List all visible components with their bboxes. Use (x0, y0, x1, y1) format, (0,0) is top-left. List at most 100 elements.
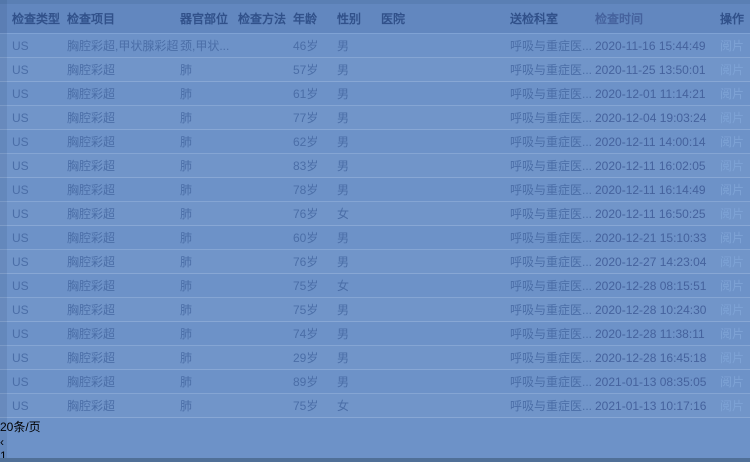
cell-project: 胸腔彩超 (67, 85, 180, 102)
view-film-link[interactable]: 阅片 (720, 135, 744, 149)
view-film-link[interactable]: 阅片 (720, 327, 744, 341)
view-film-link[interactable]: 阅片 (720, 255, 744, 269)
table-row: US胸腔彩超肺76岁女呼吸与重症医...2020-12-11 16:50:25阅… (0, 202, 750, 226)
cell-time: 2020-11-16 15:44:49 (595, 39, 720, 53)
column-label: 检查类型 (12, 12, 60, 26)
cell-organ: 肺 (180, 373, 238, 390)
cell-project: 胸腔彩超 (67, 349, 180, 366)
column-header-organ: 器官部位 (180, 10, 238, 27)
page-size-select[interactable]: 20条/页 (0, 418, 750, 435)
cell-age: 76岁 (293, 205, 337, 222)
top-edge-strip (0, 0, 750, 4)
cell-gender: 女 (337, 205, 381, 222)
view-film-link[interactable]: 阅片 (720, 183, 744, 197)
cell-hospital (381, 207, 510, 220)
cell-time: 2020-12-27 14:23:04 (595, 255, 720, 269)
cell-hospital (381, 279, 510, 292)
cell-hospital (381, 135, 510, 148)
column-label: 医院 (381, 10, 405, 27)
cell-action: 阅片 (720, 181, 750, 198)
cell-time: 2020-12-11 14:00:14 (595, 135, 720, 149)
cell-action: 阅片 (720, 85, 750, 102)
cell-dept: 呼吸与重症医... (510, 205, 595, 222)
cell-gender: 男 (337, 109, 381, 126)
cell-organ: 肺 (180, 301, 238, 318)
cell-organ: 肺 (180, 325, 238, 342)
table-row: US胸腔彩超肺74岁男呼吸与重症医...2020-12-28 11:38:11阅… (0, 322, 750, 346)
cell-type: US (12, 231, 67, 245)
cell-hospital (381, 159, 510, 172)
cell-action: 阅片 (720, 325, 750, 342)
view-film-link[interactable]: 阅片 (720, 351, 744, 365)
cell-organ: 肺 (180, 157, 238, 174)
cell-organ: 肺 (180, 61, 238, 78)
cell-dept: 呼吸与重症医... (510, 253, 595, 270)
cell-time: 2021-01-13 10:17:16 (595, 399, 720, 413)
cell-type: US (12, 159, 67, 173)
hospital-redacted-blur (381, 111, 481, 124)
cell-type: US (12, 63, 67, 77)
view-film-link[interactable]: 阅片 (720, 39, 744, 53)
view-film-link[interactable]: 阅片 (720, 279, 744, 293)
view-film-link[interactable]: 阅片 (720, 375, 744, 389)
cell-type: US (12, 87, 67, 101)
cell-hospital (381, 39, 510, 52)
column-header-gender: 性别 (337, 10, 381, 27)
cell-type: US (12, 39, 67, 53)
cell-gender: 女 (337, 277, 381, 294)
view-film-link[interactable]: 阅片 (720, 231, 744, 245)
cell-type: US (12, 111, 67, 125)
cell-hospital (381, 255, 510, 268)
cell-project: 胸腔彩超 (67, 373, 180, 390)
cell-organ: 肺 (180, 229, 238, 246)
cell-gender: 女 (337, 397, 381, 414)
column-header-project: 检查项目 (67, 10, 180, 27)
table-row: US胸腔彩超肺77岁男呼吸与重症医...2020-12-04 19:03:24阅… (0, 106, 750, 130)
view-film-link[interactable]: 阅片 (720, 63, 744, 77)
cell-time: 2020-12-11 16:50:25 (595, 207, 720, 221)
cell-time: 2020-11-25 13:50:01 (595, 63, 720, 77)
cell-dept: 呼吸与重症医... (510, 85, 595, 102)
column-label: 操作 (720, 12, 744, 26)
cell-type: US (12, 327, 67, 341)
cell-hospital (381, 375, 510, 388)
table-row: US胸腔彩超肺76岁男呼吸与重症医...2020-12-27 14:23:04阅… (0, 250, 750, 274)
cell-gender: 男 (337, 85, 381, 102)
column-label: 年龄 (293, 12, 317, 26)
cell-project: 胸腔彩超 (67, 181, 180, 198)
column-header-method: 检查方法 (238, 10, 293, 27)
cell-project: 胸腔彩超 (67, 157, 180, 174)
column-header-time[interactable]: 检查时间 (595, 10, 720, 27)
cell-time: 2021-01-13 08:35:05 (595, 375, 720, 389)
cell-gender: 男 (337, 37, 381, 54)
left-edge-strip (0, 0, 7, 462)
cell-action: 阅片 (720, 133, 750, 150)
column-header-hospital: 医院 (381, 10, 510, 27)
view-film-link[interactable]: 阅片 (720, 159, 744, 173)
column-label: 器官部位 (180, 12, 228, 26)
cell-type: US (12, 399, 67, 413)
cell-age: 76岁 (293, 253, 337, 270)
view-film-link[interactable]: 阅片 (720, 111, 744, 125)
cell-action: 阅片 (720, 61, 750, 78)
view-film-link[interactable]: 阅片 (720, 303, 744, 317)
cell-project: 胸腔彩超 (67, 325, 180, 342)
table-row: US胸腔彩超,甲状腺彩超颈,甲状...46岁男呼吸与重症医...2020-11-… (0, 34, 750, 58)
cell-dept: 呼吸与重症医... (510, 181, 595, 198)
cell-type: US (12, 375, 67, 389)
cell-type: US (12, 135, 67, 149)
hospital-redacted-blur (381, 135, 499, 148)
cell-action: 阅片 (720, 229, 750, 246)
view-film-link[interactable]: 阅片 (720, 207, 744, 221)
cell-organ: 肺 (180, 349, 238, 366)
column-label: 检查方法 (238, 12, 286, 26)
cell-gender: 男 (337, 325, 381, 342)
prev-page-button[interactable]: ‹ (0, 435, 750, 449)
cell-gender: 男 (337, 61, 381, 78)
table-row: US胸腔彩超肺29岁男呼吸与重症医...2020-12-28 16:45:18阅… (0, 346, 750, 370)
view-film-link[interactable]: 阅片 (720, 399, 744, 413)
cell-dept: 呼吸与重症医... (510, 109, 595, 126)
column-label: 检查时间 (595, 10, 643, 27)
view-film-link[interactable]: 阅片 (720, 87, 744, 101)
cell-time: 2020-12-01 11:14:21 (595, 87, 720, 101)
